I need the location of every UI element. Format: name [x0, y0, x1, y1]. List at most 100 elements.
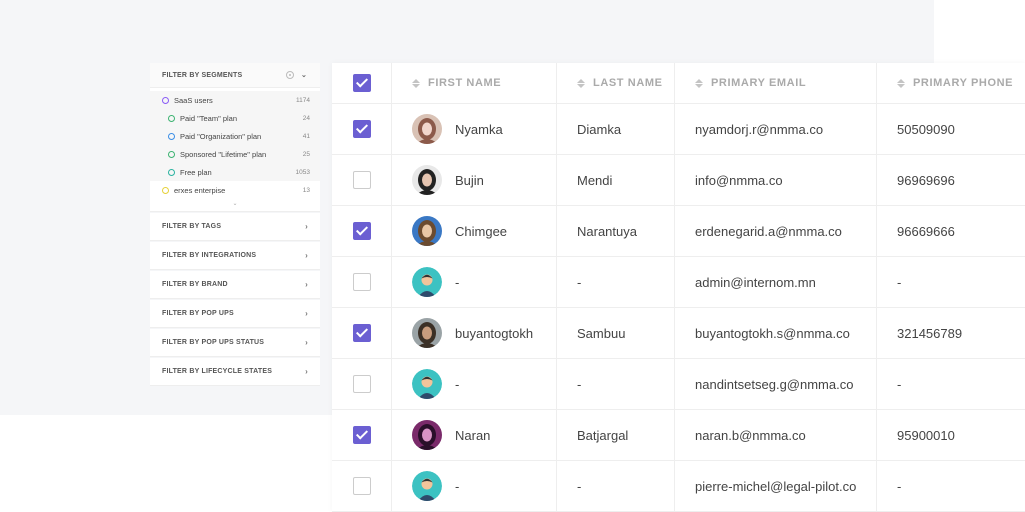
- primary-phone: 96969696: [897, 172, 955, 188]
- segment-item[interactable]: Paid "Organization" plan 41: [150, 127, 320, 145]
- primary-phone: 321456789: [897, 325, 963, 341]
- segment-item[interactable]: Paid "Team" plan 24: [150, 109, 320, 127]
- row-checkbox[interactable]: [352, 273, 371, 291]
- sort-icon[interactable]: [695, 78, 703, 88]
- primary-email: naran.b@nmma.co: [695, 427, 806, 443]
- row-select-cell: [332, 205, 392, 257]
- chevron-down-icon[interactable]: ⌄: [300, 71, 308, 79]
- row-checkbox[interactable]: [352, 120, 371, 138]
- segments-filter-header[interactable]: FILTER BY SEGMENTS ⌄: [150, 63, 320, 88]
- segment-label: Sponsored "Lifetime" plan: [180, 149, 267, 159]
- phone-cell[interactable]: -: [876, 460, 1025, 512]
- email-cell[interactable]: nandintsetseg.g@nmma.co: [674, 358, 877, 410]
- phone-cell[interactable]: 321456789: [876, 307, 1025, 359]
- email-cell[interactable]: erdenegarid.a@nmma.co: [674, 205, 877, 257]
- primary-phone: 95900010: [897, 427, 955, 443]
- column-primary-phone[interactable]: PRIMARY PHONE: [876, 63, 1025, 104]
- filter-group-filter-by-pop-ups[interactable]: FILTER BY POP UPS ›: [150, 300, 320, 328]
- segment-label: erxes enterpise: [174, 185, 226, 195]
- column-last-name[interactable]: LAST NAME: [556, 63, 675, 104]
- phone-cell[interactable]: 50509090: [876, 103, 1025, 155]
- primary-phone: 96669666: [897, 223, 955, 239]
- primary-email: pierre-michel@legal-pilot.co: [695, 478, 857, 494]
- first-name-cell[interactable]: Bujin: [391, 154, 557, 206]
- phone-cell[interactable]: 95900010: [876, 409, 1025, 461]
- first-name: buyantogtokh: [455, 325, 534, 341]
- filter-sidebar: FILTER BY SEGMENTS ⌄ SaaS users 1174 Paid …: [150, 63, 320, 386]
- primary-email: info@nmma.co: [695, 172, 783, 188]
- segment-label: Paid "Team" plan: [180, 113, 238, 123]
- avatar: [412, 471, 442, 501]
- first-name-cell[interactable]: buyantogtokh: [391, 307, 557, 359]
- first-name-cell[interactable]: Nyamka: [391, 103, 557, 155]
- filter-group-filter-by-lifecycle-states[interactable]: FILTER BY LIFECYCLE STATES ›: [150, 358, 320, 386]
- table-row[interactable]: Chimgee Narantuya erdenegarid.a@nmma.co 966…: [332, 205, 1025, 257]
- table-row[interactable]: - - admin@internom.mn -: [332, 256, 1025, 308]
- filter-group-filter-by-brand[interactable]: FILTER BY BRAND ›: [150, 271, 320, 299]
- avatar: [412, 114, 442, 144]
- last-name: -: [577, 478, 582, 494]
- primary-email: erdenegarid.a@nmma.co: [695, 223, 842, 239]
- segment-item[interactable]: Free plan 1053: [150, 163, 320, 181]
- last-name-cell[interactable]: -: [556, 256, 675, 308]
- segment-label: SaaS users: [174, 95, 213, 105]
- segment-color-icon: [162, 96, 169, 104]
- gear-icon[interactable]: [286, 71, 294, 79]
- row-checkbox[interactable]: [352, 375, 371, 393]
- row-checkbox[interactable]: [352, 324, 371, 342]
- email-cell[interactable]: pierre-michel@legal-pilot.co: [674, 460, 877, 512]
- last-name-cell[interactable]: Batjargal: [556, 409, 675, 461]
- table-row[interactable]: - - nandintsetseg.g@nmma.co -: [332, 358, 1025, 410]
- row-checkbox[interactable]: [352, 426, 371, 444]
- email-cell[interactable]: admin@internom.mn: [674, 256, 877, 308]
- table-row[interactable]: Nyamka Diamka nyamdorj.r@nmma.co 50509090: [332, 103, 1025, 155]
- show-more-icon[interactable]: ⌄: [150, 199, 320, 212]
- phone-cell[interactable]: -: [876, 256, 1025, 308]
- table-row[interactable]: Naran Batjargal naran.b@nmma.co 95900010: [332, 409, 1025, 461]
- segment-item[interactable]: Sponsored "Lifetime" plan 25: [150, 145, 320, 163]
- segment-item[interactable]: SaaS users 1174: [150, 91, 320, 109]
- table-row[interactable]: Bujin Mendi info@nmma.co 96969696: [332, 154, 1025, 206]
- sort-icon[interactable]: [897, 78, 905, 88]
- row-checkbox[interactable]: [352, 222, 371, 240]
- email-cell[interactable]: info@nmma.co: [674, 154, 877, 206]
- column-primary-email[interactable]: PRIMARY EMAIL: [674, 63, 877, 104]
- first-name-cell[interactable]: -: [391, 256, 557, 308]
- column-first-name[interactable]: FIRST NAME: [391, 63, 557, 104]
- segment-item[interactable]: erxes enterpise 13: [150, 181, 320, 199]
- row-checkbox[interactable]: [352, 171, 371, 189]
- row-select-cell: [332, 307, 392, 359]
- email-cell[interactable]: nyamdorj.r@nmma.co: [674, 103, 877, 155]
- phone-cell[interactable]: 96669666: [876, 205, 1025, 257]
- select-all-checkbox[interactable]: [352, 74, 371, 92]
- table-row[interactable]: - - pierre-michel@legal-pilot.co -: [332, 460, 1025, 512]
- sort-icon[interactable]: [412, 78, 420, 88]
- first-name-cell[interactable]: Chimgee: [391, 205, 557, 257]
- last-name-cell[interactable]: Narantuya: [556, 205, 675, 257]
- first-name-cell[interactable]: -: [391, 358, 557, 410]
- row-checkbox[interactable]: [352, 477, 371, 495]
- filter-group-title: FILTER BY POP UPS: [162, 310, 234, 317]
- row-select-cell: [332, 409, 392, 461]
- phone-cell[interactable]: -: [876, 358, 1025, 410]
- filter-group-title: FILTER BY TAGS: [162, 223, 222, 230]
- filter-group-filter-by-pop-ups-status[interactable]: FILTER BY POP UPS STATUS ›: [150, 329, 320, 357]
- chevron-right-icon: ›: [305, 367, 308, 376]
- table-row[interactable]: buyantogtokh Sambuu buyantogtokh.s@nmma.co…: [332, 307, 1025, 359]
- filter-group-title: FILTER BY LIFECYCLE STATES: [162, 368, 273, 375]
- last-name-cell[interactable]: Mendi: [556, 154, 675, 206]
- last-name-cell[interactable]: -: [556, 358, 675, 410]
- last-name: Narantuya: [577, 223, 637, 239]
- last-name-cell[interactable]: Sambuu: [556, 307, 675, 359]
- last-name-cell[interactable]: Diamka: [556, 103, 675, 155]
- sort-icon[interactable]: [577, 78, 585, 88]
- email-cell[interactable]: naran.b@nmma.co: [674, 409, 877, 461]
- filter-group-filter-by-tags[interactable]: FILTER BY TAGS ›: [150, 213, 320, 241]
- email-cell[interactable]: buyantogtokh.s@nmma.co: [674, 307, 877, 359]
- phone-cell[interactable]: 96969696: [876, 154, 1025, 206]
- last-name-cell[interactable]: -: [556, 460, 675, 512]
- customers-table: FIRST NAME LAST NAME PRIMARY EMAIL PRIMA…: [332, 63, 1025, 512]
- first-name-cell[interactable]: -: [391, 460, 557, 512]
- first-name-cell[interactable]: Naran: [391, 409, 557, 461]
- filter-group-filter-by-integrations[interactable]: FILTER BY INTEGRATIONS ›: [150, 242, 320, 270]
